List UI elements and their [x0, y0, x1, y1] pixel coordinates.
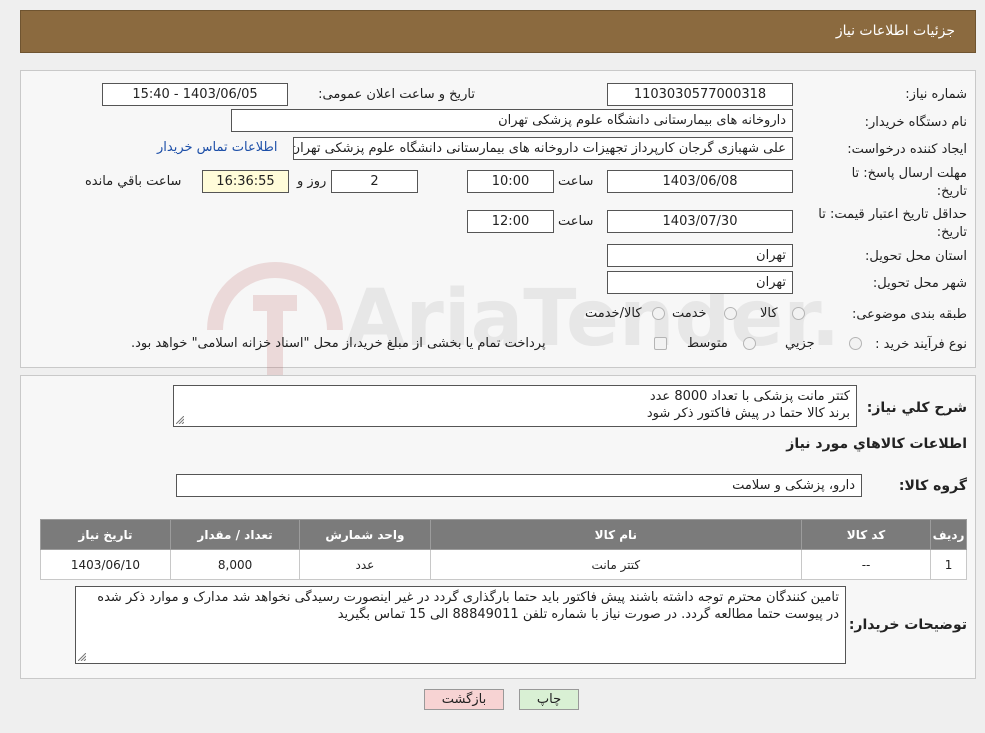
creator-label: ایجاد کننده درخواست: [847, 142, 967, 157]
items-table-header: ردیف کد کالا نام کالا واحد شمارش تعداد /… [40, 519, 967, 550]
reply-time-label: ساعت [558, 174, 594, 189]
col-qty: تعداد / مقدار [169, 519, 301, 550]
province-field: تهران [607, 244, 793, 267]
category-radio-goods[interactable] [792, 307, 805, 320]
items-table: ردیف کد کالا نام کالا واحد شمارش تعداد /… [40, 519, 967, 580]
col-index: ردیف [930, 519, 967, 550]
category-option-goods-service: کالا/خدمت [585, 306, 642, 321]
page-title: جزئیات اطلاعات نیاز [835, 23, 955, 39]
cell-unit: عدد [299, 549, 431, 580]
need-number-field: 1103030577000318 [607, 83, 793, 106]
process-radio-medium[interactable] [743, 337, 756, 350]
category-option-goods: کالا [760, 306, 778, 321]
items-section-title: اطلاعات کالاهاي مورد نياز [786, 436, 967, 452]
category-radio-service[interactable] [724, 307, 737, 320]
summary-line-1: کتتر مانت پزشکی با تعداد 8000 عدد [649, 389, 850, 404]
col-date: تاریخ نیاز [40, 519, 171, 550]
cell-index: 1 [930, 549, 967, 580]
buyer-notes-text: تامین کنندگان محترم توجه داشته باشند پیش… [97, 590, 839, 622]
buyer-notes-textarea[interactable]: تامین کنندگان محترم توجه داشته باشند پیش… [75, 586, 846, 664]
announce-datetime-field: 1403/06/05 - 15:40 [102, 83, 288, 106]
buyer-org-label: نام دستگاه خریدار: [864, 115, 967, 130]
resize-grip-icon[interactable] [176, 416, 184, 424]
summary-line-2: برند کالا حتما در پیش فاکتور ذکر شود [646, 406, 850, 421]
process-radio-minor[interactable] [849, 337, 862, 350]
process-option-minor: جزیي [785, 336, 815, 351]
price-validity-label: حداقل تاریخ اعتبار قیمت: تا [818, 207, 967, 222]
print-button[interactable]: چاپ [519, 689, 579, 710]
creator-field: علی شهبازی گرجان کارپرداز تجهیزات داروخا… [293, 137, 793, 160]
resize-grip-icon[interactable] [78, 653, 86, 661]
col-code: کد کالا [801, 519, 932, 550]
page-header: جزئیات اطلاعات نیاز [20, 10, 976, 53]
process-option-medium: متوسط [687, 336, 728, 351]
reply-date-field: 1403/06/08 [607, 170, 793, 193]
remaining-time-label: ساعت باقي مانده [85, 174, 182, 189]
process-treasury-checkbox[interactable] [654, 337, 667, 350]
cell-qty: 8,000 [169, 549, 301, 580]
process-type-label: نوع فرآیند خرید : [875, 337, 967, 352]
validity-date-field: 1403/07/30 [607, 210, 793, 233]
goods-group-field: دارو، پزشکی و سلامت [176, 474, 862, 497]
buyer-org-field: داروخانه های بیمارستانی دانشگاه علوم پزش… [231, 109, 793, 132]
validity-time-label: ساعت [558, 214, 594, 229]
category-option-service: خدمت [672, 306, 707, 321]
remaining-time-field: 16:36:55 [202, 170, 289, 193]
reply-deadline-label-date: تاریخ: [936, 184, 967, 199]
city-field: تهران [607, 271, 793, 294]
summary-textarea[interactable]: کتتر مانت پزشکی با تعداد 8000 عدد برند ک… [173, 385, 857, 427]
table-row: 1 -- کتتر مانت عدد 8,000 1403/06/10 [40, 549, 967, 580]
need-number-label: شماره نیاز: [905, 87, 967, 102]
days-label: روز و [297, 174, 327, 189]
validity-time-field: 12:00 [467, 210, 554, 233]
summary-label: شرح کلي نياز: [866, 400, 967, 416]
buyer-notes-label: توضیحات خریدار: [848, 617, 967, 633]
reply-deadline-label: مهلت ارسال پاسخ: تا [851, 166, 967, 181]
process-treasury-note: پرداخت تمام یا بخشی از مبلغ خرید،از محل … [131, 336, 546, 351]
category-radio-goods-service[interactable] [652, 307, 665, 320]
announce-datetime-label: تاریخ و ساعت اعلان عمومی: [318, 87, 475, 102]
buyer-contact-link[interactable]: اطلاعات تماس خریدار [157, 140, 277, 155]
price-validity-label-date: تاریخ: [936, 225, 967, 240]
back-button[interactable]: بازگشت [424, 689, 504, 710]
cell-code: -- [801, 549, 932, 580]
col-unit: واحد شمارش [299, 519, 431, 550]
city-label: شهر محل تحویل: [872, 276, 967, 291]
province-label: استان محل تحویل: [865, 249, 967, 264]
days-remaining-field: 2 [331, 170, 418, 193]
cell-name: کتتر مانت [429, 549, 803, 580]
goods-group-label: گروه کالا: [898, 478, 967, 494]
col-name: نام کالا [429, 519, 803, 550]
cell-date: 1403/06/10 [40, 549, 171, 580]
reply-time-field: 10:00 [467, 170, 554, 193]
category-label: طبقه بندی موضوعی: [851, 307, 967, 322]
